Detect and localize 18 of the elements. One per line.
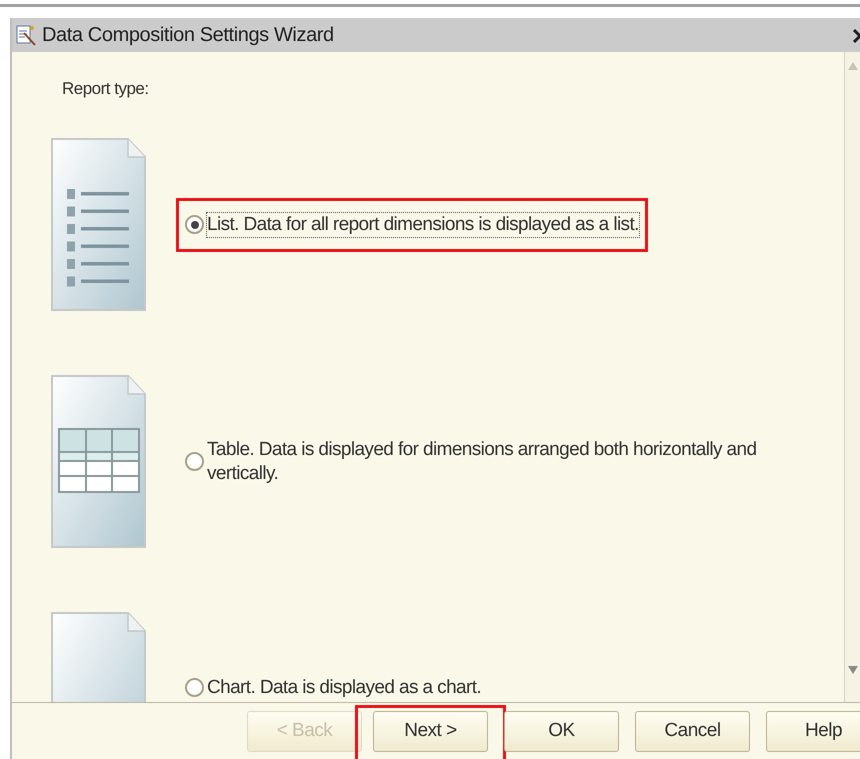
- document-icon: [50, 137, 147, 312]
- wizard-icon: [15, 24, 37, 46]
- scrollbar[interactable]: [844, 52, 860, 702]
- section-label: Report type:: [62, 78, 150, 100]
- window-title: Data Composition Settings Wizard: [42, 23, 334, 48]
- dialog-button[interactable]: Cancel: [635, 711, 750, 752]
- radio-button[interactable]: [185, 215, 204, 234]
- scroll-down-icon[interactable]: [848, 666, 858, 674]
- option-label[interactable]: Table. Data is displayed for dimensions arranged both horizontally and vertically.: [207, 438, 807, 486]
- dialog-button[interactable]: OK: [504, 711, 619, 752]
- radio-button[interactable]: [185, 678, 204, 697]
- dialog-button[interactable]: Next >: [373, 711, 488, 752]
- document-icon: [50, 374, 147, 549]
- option-label[interactable]: Chart. Data is displayed as a chart.: [207, 676, 482, 700]
- option-label[interactable]: List. Data for all report dimensions is displayed as a list.: [207, 212, 639, 236]
- dialog-button[interactable]: Help: [766, 711, 860, 752]
- scroll-up-icon[interactable]: [848, 62, 858, 70]
- radio-button[interactable]: [185, 452, 204, 471]
